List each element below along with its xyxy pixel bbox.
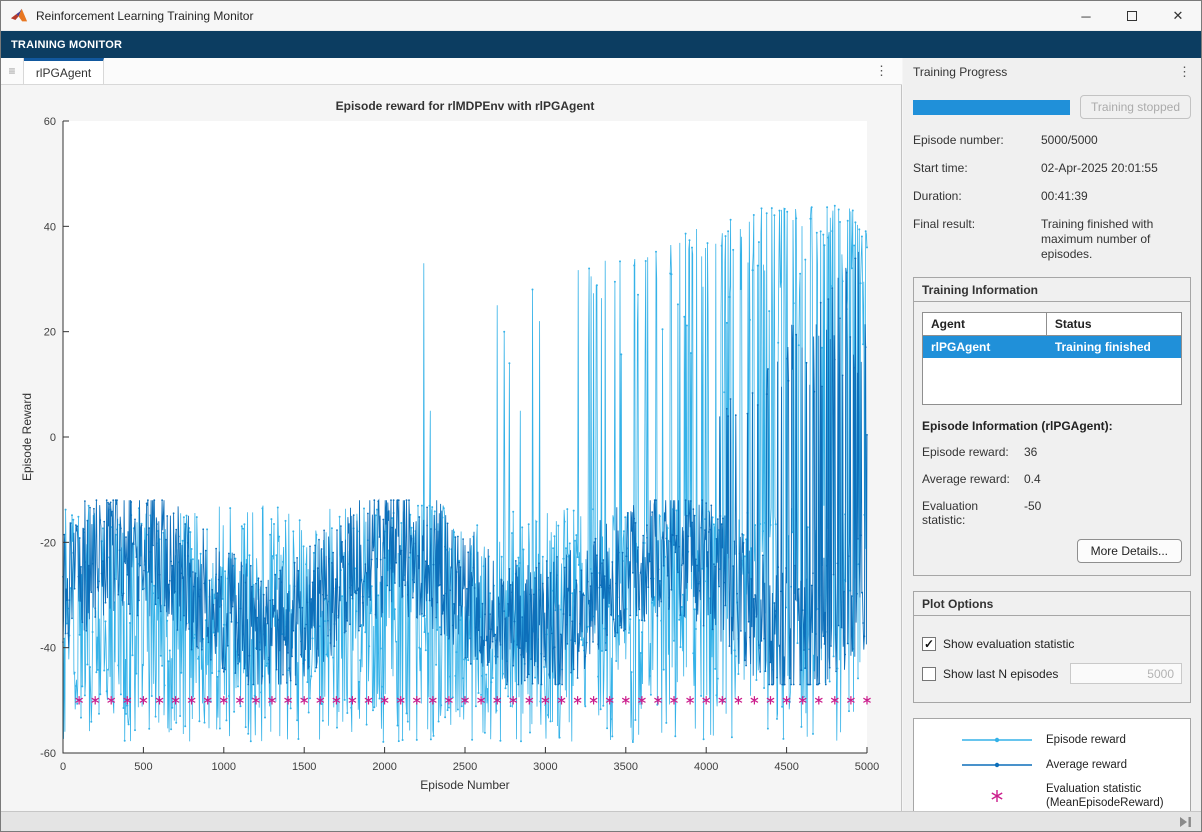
window-controls: ─ ✕ bbox=[1063, 1, 1201, 31]
svg-text:Episode reward for rlMDPEnv wi: Episode reward for rlMDPEnv with rlPGAge… bbox=[336, 99, 595, 113]
matlab-logo-icon bbox=[10, 8, 28, 23]
status-bar bbox=[1, 811, 1201, 832]
progress-fields: Episode number: 5000/5000 Start time: 02… bbox=[913, 133, 1191, 262]
evaluation-statistic-value: -50 bbox=[1024, 499, 1182, 527]
svg-text:2000: 2000 bbox=[372, 761, 396, 773]
svg-text:3500: 3500 bbox=[614, 761, 638, 773]
maximize-glyph bbox=[1127, 11, 1137, 21]
svg-text:40: 40 bbox=[44, 221, 56, 233]
svg-text:Episode Number: Episode Number bbox=[420, 778, 509, 792]
n-episodes-input bbox=[1070, 663, 1182, 684]
chart-legend: Episode reward Average reward Evaluation… bbox=[913, 718, 1191, 824]
toolstrip: TRAINING MONITOR bbox=[1, 31, 1201, 58]
panel-title: Training Progress bbox=[913, 65, 1007, 79]
plot-options-group: Plot Options Show evaluation statistic S… bbox=[913, 591, 1191, 703]
show-last-n-episodes-checkbox[interactable] bbox=[922, 667, 936, 681]
stat-label: Evaluation statistic: bbox=[922, 499, 1024, 527]
status-cell: Training finished bbox=[1047, 336, 1181, 358]
table-row[interactable]: rlPGAgent Training finished bbox=[923, 336, 1181, 358]
table-header-row: Agent Status bbox=[923, 313, 1181, 336]
legend-label: Episode reward bbox=[1046, 733, 1126, 747]
svg-text:0: 0 bbox=[60, 761, 66, 773]
show-evaluation-statistic-row: Show evaluation statistic bbox=[922, 633, 1182, 654]
duration-value: 00:41:39 bbox=[1041, 189, 1191, 204]
table-empty-area bbox=[923, 358, 1181, 404]
final-result-value: Training finished with maximum number of… bbox=[1041, 217, 1191, 262]
group-title: Training Information bbox=[914, 278, 1190, 302]
group-content: Show evaluation statistic Show last N ep… bbox=[914, 616, 1190, 702]
legend-label: Evaluation statistic (MeanEpisodeReward) bbox=[1046, 782, 1164, 811]
episode-reward-line-icon bbox=[954, 732, 1046, 748]
agent-cell: rlPGAgent bbox=[923, 336, 1047, 358]
legend-label: Average reward bbox=[1046, 758, 1127, 772]
average-reward-value: 0.4 bbox=[1024, 472, 1182, 486]
svg-text:4500: 4500 bbox=[774, 761, 798, 773]
field-label: Start time: bbox=[913, 161, 1041, 176]
group-content: Agent Status rlPGAgent Training finished… bbox=[914, 302, 1190, 575]
episode-number-value: 5000/5000 bbox=[1041, 133, 1191, 148]
episode-info-title: Episode Information (rlPGAgent): bbox=[922, 419, 1182, 433]
title-bar: Reinforcement Learning Training Monitor … bbox=[1, 1, 1201, 31]
checkbox-label: Show evaluation statistic bbox=[943, 637, 1074, 651]
close-icon[interactable]: ✕ bbox=[1155, 1, 1201, 31]
field-label: Final result: bbox=[913, 217, 1041, 262]
training-stopped-button: Training stopped bbox=[1080, 95, 1191, 119]
show-evaluation-statistic-checkbox[interactable] bbox=[922, 637, 936, 651]
agent-status-table: Agent Status rlPGAgent Training finished bbox=[922, 312, 1182, 405]
window-title: Reinforcement Learning Training Monitor bbox=[36, 9, 253, 23]
svg-text:-20: -20 bbox=[40, 537, 56, 549]
episode-reward-chart: Episode reward for rlMDPEnv with rlPGAge… bbox=[1, 85, 902, 811]
col-status: Status bbox=[1047, 313, 1181, 335]
legend-item-evaluation-statistic: Evaluation statistic (MeanEpisodeReward) bbox=[954, 782, 1184, 811]
episode-reward-value: 36 bbox=[1024, 445, 1182, 459]
tab-grip-icon[interactable]: ≡ bbox=[1, 58, 24, 84]
document-tab-bar: ≡ rlPGAgent ⋮ bbox=[1, 58, 902, 85]
reward-plot-svg: Episode reward for rlMDPEnv with rlPGAge… bbox=[1, 85, 902, 811]
svg-text:20: 20 bbox=[44, 327, 56, 339]
checkbox-label: Show last N episodes bbox=[943, 667, 1058, 681]
app-window: Reinforcement Learning Training Monitor … bbox=[0, 0, 1202, 832]
field-label: Duration: bbox=[913, 189, 1041, 204]
average-reward-line-icon bbox=[954, 757, 1046, 773]
minimize-icon[interactable]: ─ bbox=[1063, 1, 1109, 31]
training-progress-panel: Training Progress ⋮ Training stopped Epi… bbox=[903, 58, 1202, 811]
svg-text:5000: 5000 bbox=[855, 761, 879, 773]
stat-label: Episode reward: bbox=[922, 445, 1024, 459]
panel-options-dots-icon[interactable]: ⋮ bbox=[1178, 64, 1191, 80]
col-agent: Agent bbox=[923, 313, 1047, 335]
maximize-icon[interactable] bbox=[1109, 1, 1155, 31]
stat-label: Average reward: bbox=[922, 472, 1024, 486]
more-details-button[interactable]: More Details... bbox=[1077, 539, 1182, 563]
svg-text:1500: 1500 bbox=[292, 761, 316, 773]
tab-rlpgagent[interactable]: rlPGAgent bbox=[24, 58, 104, 84]
svg-text:-40: -40 bbox=[40, 643, 56, 655]
svg-text:-60: -60 bbox=[40, 748, 56, 760]
expand-panel-arrow-icon[interactable] bbox=[1179, 816, 1192, 828]
field-label: Episode number: bbox=[913, 133, 1041, 148]
tab-options-dots-icon[interactable]: ⋮ bbox=[875, 58, 888, 84]
toolstrip-tab-training-monitor[interactable]: TRAINING MONITOR bbox=[11, 39, 122, 51]
panel-header: Training Progress ⋮ bbox=[903, 58, 1202, 85]
start-time-value: 02-Apr-2025 20:01:55 bbox=[1041, 161, 1191, 176]
svg-text:60: 60 bbox=[44, 116, 56, 128]
svg-text:Episode Reward: Episode Reward bbox=[20, 393, 34, 481]
panel-body: Training stopped Episode number: 5000/50… bbox=[903, 85, 1202, 824]
show-last-n-episodes-row: Show last N episodes bbox=[922, 663, 1182, 684]
training-progress-bar bbox=[913, 100, 1070, 115]
legend-item-average-reward: Average reward bbox=[954, 757, 1184, 773]
episode-stats: Episode reward: 36 Average reward: 0.4 E… bbox=[922, 445, 1182, 527]
progress-row: Training stopped bbox=[913, 95, 1191, 119]
svg-text:0: 0 bbox=[50, 432, 56, 444]
group-title: Plot Options bbox=[914, 592, 1190, 616]
svg-text:2500: 2500 bbox=[453, 761, 477, 773]
svg-text:1000: 1000 bbox=[212, 761, 236, 773]
legend-item-episode-reward: Episode reward bbox=[954, 732, 1184, 748]
evaluation-statistic-asterisk-icon bbox=[954, 788, 1046, 804]
svg-text:4000: 4000 bbox=[694, 761, 718, 773]
svg-text:3000: 3000 bbox=[533, 761, 557, 773]
progress-fill bbox=[913, 100, 1070, 115]
svg-text:500: 500 bbox=[134, 761, 152, 773]
more-details-row: More Details... bbox=[922, 539, 1182, 563]
training-information-group: Training Information Agent Status rlPGAg… bbox=[913, 277, 1191, 576]
